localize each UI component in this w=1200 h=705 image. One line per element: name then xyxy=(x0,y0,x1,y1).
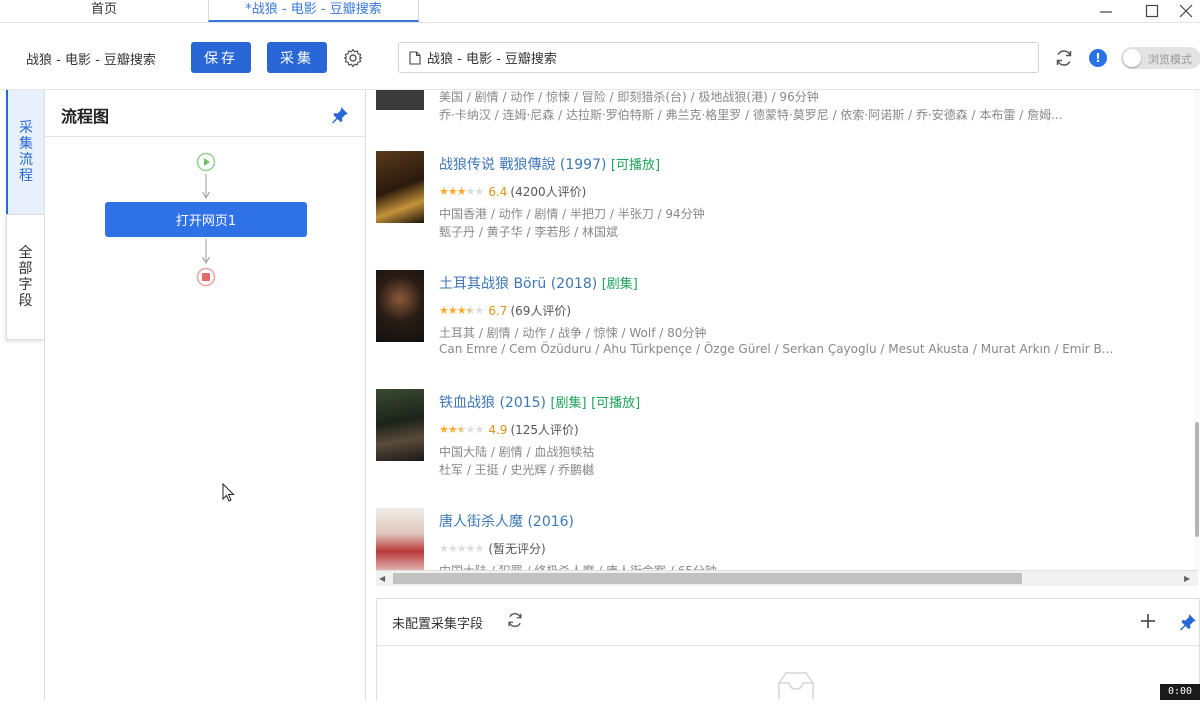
rating-stars: ★★★★★ xyxy=(439,542,484,555)
rating-stars: ★★★★★ xyxy=(439,423,484,436)
rating-stars: ★★★★★ xyxy=(439,304,484,317)
tab-home[interactable]: 首页 xyxy=(40,0,168,22)
movie-poster[interactable] xyxy=(376,389,424,461)
movie-rating: ★★★★★ 4.9 (125人评价) xyxy=(439,421,579,438)
rating-count: (暂无评分) xyxy=(488,542,546,556)
rating-count: (4200人评价) xyxy=(510,185,587,199)
horizontal-scrollbar[interactable]: ◀ ▶ xyxy=(376,570,1198,586)
movie-cast: 乔·卡纳汉 / 连姆·尼森 / 达拉斯·罗伯特斯 / 弗兰克·格里罗 / 德蒙特… xyxy=(439,108,1063,122)
rating-stars: ★★★★★ xyxy=(439,185,484,198)
rating-score: 6.7 xyxy=(488,303,508,318)
start-node-icon[interactable] xyxy=(196,152,216,176)
movie-title[interactable]: 战狼传说 戰狼傳說 (1997) [可播放] xyxy=(439,154,660,174)
rating-score: 6.4 xyxy=(488,184,508,199)
browse-mode-toggle[interactable]: 浏览模式 xyxy=(1121,47,1200,69)
movie-poster[interactable] xyxy=(376,151,424,223)
fields-panel: 未配置采集字段 xyxy=(376,598,1200,700)
series-tag: [剧集] xyxy=(550,396,587,411)
flow-arrow-1 xyxy=(202,174,210,199)
refresh-fields-icon[interactable] xyxy=(506,611,524,633)
side-tab-all-fields-label: 全部字段 xyxy=(18,245,33,309)
rating-count: (125人评价) xyxy=(510,423,579,437)
side-tab-flow[interactable]: 采集流程 xyxy=(6,90,44,214)
tab-douban-search[interactable]: *战狼 - 电影 - 豆瓣搜索 xyxy=(208,0,419,22)
scroll-left-arrow-icon[interactable]: ◀ xyxy=(379,574,385,583)
movie-title-text[interactable]: 战狼传说 戰狼傳說 (1997) xyxy=(439,157,606,173)
movie-title-text[interactable]: 土耳其战狼 Börü (2018) xyxy=(439,276,597,292)
rating-score: 4.9 xyxy=(488,422,508,437)
movie-poster[interactable] xyxy=(376,90,424,110)
mouse-cursor-icon xyxy=(222,483,235,502)
refresh-icon[interactable] xyxy=(1054,48,1074,72)
vertical-scroll-thumb[interactable] xyxy=(1195,422,1199,537)
movie-cast: 甄子丹 / 黄子华 / 李若彤 / 林国斌 xyxy=(439,225,619,239)
movie-meta: 土耳其 / 剧情 / 动作 / 战争 / 惊悚 / Wolf / 80分钟 xyxy=(439,326,707,340)
horizontal-scroll-thumb[interactable] xyxy=(393,573,1022,584)
fields-panel-title: 未配置采集字段 xyxy=(392,617,484,632)
movie-cast: Can Emre / Cem Özüduru / Ahu Türkpençe /… xyxy=(439,342,1114,356)
page-title: 战狼 - 电影 - 豆瓣搜索 xyxy=(26,53,156,68)
address-bar[interactable]: 战狼 - 电影 - 豆瓣搜索 xyxy=(398,42,1039,73)
toggle-knob xyxy=(1123,49,1141,67)
movie-rating: ★★★★★ (暂无评分) xyxy=(439,540,546,557)
movie-title[interactable]: 土耳其战狼 Börü (2018) [剧集] xyxy=(439,273,638,293)
end-node-icon[interactable] xyxy=(196,267,216,291)
toolbar: 战狼 - 电影 - 豆瓣搜索 保存 采集 战狼 - 电影 - 豆瓣搜索 ! 浏览… xyxy=(0,22,1200,90)
rating-count: (69人评价) xyxy=(510,304,572,318)
minimize-icon[interactable] xyxy=(1086,0,1126,22)
add-field-plus-icon[interactable] xyxy=(1139,612,1157,634)
movie-poster[interactable] xyxy=(376,270,424,342)
flow-arrow-2 xyxy=(202,239,210,264)
side-tab-flow-label: 采集流程 xyxy=(19,120,33,184)
fields-pin-icon[interactable] xyxy=(1179,613,1197,635)
close-icon[interactable] xyxy=(1166,0,1200,22)
movie-title-text[interactable]: 唐人街杀人魔 (2016) xyxy=(439,514,574,530)
settings-gear-icon[interactable] xyxy=(343,48,363,72)
movie-meta: 美国 / 剧情 / 动作 / 惊悚 / 冒险 / 即刻猎杀(台) / 极地战狼(… xyxy=(439,90,819,104)
movie-meta: 中国香港 / 动作 / 剧情 / 半把刀 / 半张刀 / 94分钟 xyxy=(439,207,705,221)
title-bar: 首页 *战狼 - 电影 - 豆瓣搜索 xyxy=(0,0,1200,22)
playable-tag: [可播放] xyxy=(610,158,661,173)
flow-panel: 流程图 打开网页1 xyxy=(44,90,366,700)
side-tab-all-fields[interactable]: 全部字段 xyxy=(6,214,44,340)
vertical-scrollbar[interactable] xyxy=(1194,90,1200,570)
panel-divider xyxy=(377,645,1199,646)
movie-cast: 杜军 / 王挺 / 史光辉 / 乔鹏樾 xyxy=(439,463,595,477)
scroll-right-arrow-icon[interactable]: ▶ xyxy=(1184,574,1190,583)
flow-title: 流程图 xyxy=(61,107,110,126)
series-tag: [剧集] xyxy=(601,277,638,292)
search-results: 美国 / 剧情 / 动作 / 惊悚 / 冒险 / 即刻猎杀(台) / 极地战狼(… xyxy=(376,90,1200,586)
info-alert-icon[interactable]: ! xyxy=(1089,49,1107,67)
collect-button[interactable]: 采集 xyxy=(267,42,327,73)
playable-tag: [可播放] xyxy=(591,396,641,411)
movie-title[interactable]: 铁血战狼 (2015) [剧集] [可播放] xyxy=(439,392,640,412)
browse-mode-label: 浏览模式 xyxy=(1148,53,1192,66)
pin-icon[interactable] xyxy=(331,106,349,128)
open-webpage-node[interactable]: 打开网页1 xyxy=(105,202,307,237)
movie-rating: ★★★★★ 6.4 (4200人评价) xyxy=(439,183,586,200)
page-icon xyxy=(409,50,421,65)
movie-title[interactable]: 唐人街杀人魔 (2016) xyxy=(439,511,574,531)
save-button[interactable]: 保存 xyxy=(191,42,251,73)
movie-rating: ★★★★★ 6.7 (69人评价) xyxy=(439,302,571,319)
side-tabs: 采集流程 全部字段 xyxy=(6,90,44,340)
address-text: 战狼 - 电影 - 豆瓣搜索 xyxy=(427,52,557,67)
movie-meta: 中国大陆 / 剧情 / 血战狍犊祜 xyxy=(439,445,595,459)
movie-title-text[interactable]: 铁血战狼 (2015) xyxy=(439,395,546,411)
timestamp-badge: 0:00 xyxy=(1160,684,1200,700)
flow-header: 流程图 xyxy=(45,90,365,137)
